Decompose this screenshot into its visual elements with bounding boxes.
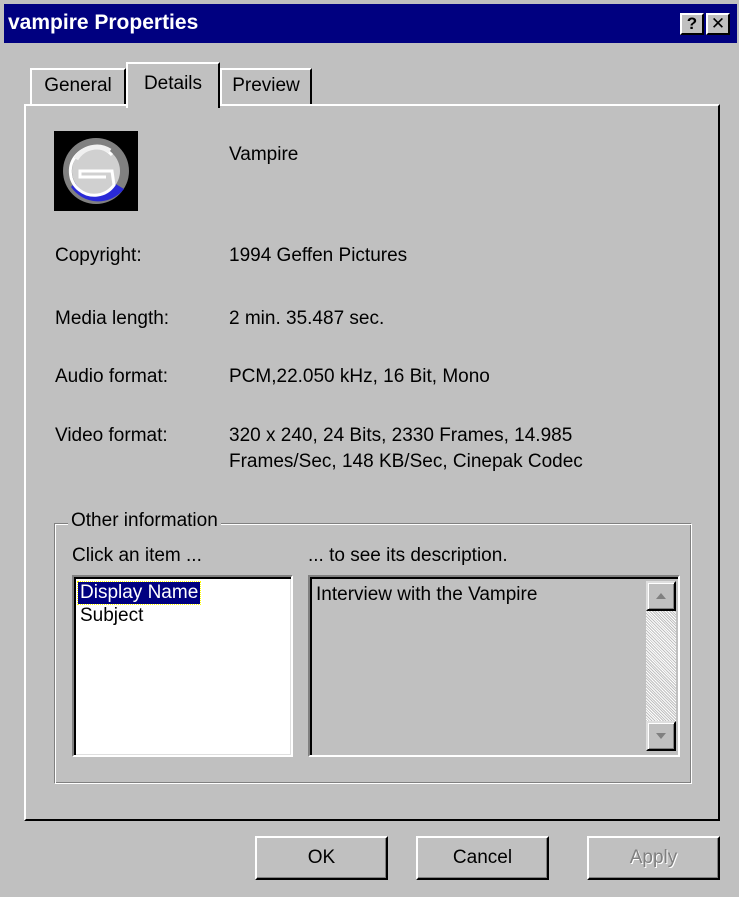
list-item-display-name[interactable]: Display Name (76, 581, 202, 605)
description-box[interactable]: Interview with the Vampire (308, 575, 680, 757)
tab-preview[interactable]: Preview (220, 68, 312, 106)
title-bar[interactable]: vampire Properties ? ✕ (4, 4, 737, 43)
apply-button[interactable]: Apply (587, 836, 720, 880)
close-icon: ✕ (710, 14, 726, 33)
copyright-value: 1994 Geffen Pictures (229, 245, 408, 266)
ok-button[interactable]: OK (255, 836, 388, 880)
scroll-up-button[interactable] (646, 581, 676, 611)
tab-general[interactable]: General (30, 68, 126, 106)
media-length-label: Media length: (55, 308, 170, 329)
video-format-value: 320 x 240, 24 Bits, 2330 Frames, 14.985 … (229, 425, 583, 472)
media-clip-icon (54, 131, 138, 211)
help-icon: ? (686, 14, 698, 33)
arrow-down-icon (656, 733, 666, 739)
media-name: Vampire (229, 144, 299, 165)
video-format-label: Video format: (55, 425, 168, 446)
click-item-hint: Click an item ... (72, 545, 202, 566)
description-scrollbar[interactable] (646, 581, 676, 751)
close-button[interactable]: ✕ (706, 13, 730, 35)
window-title: vampire Properties (8, 11, 199, 34)
cancel-button[interactable]: Cancel (416, 836, 549, 880)
description-text: Interview with the Vampire (316, 584, 538, 605)
info-item-list[interactable]: Display Name Subject (72, 575, 293, 757)
list-item-subject[interactable]: Subject (78, 605, 145, 627)
tab-details[interactable]: Details (126, 62, 220, 108)
other-information-legend: Other information (68, 508, 221, 534)
scroll-down-button[interactable] (646, 721, 676, 751)
arrow-up-icon (656, 593, 666, 599)
audio-format-label: Audio format: (55, 366, 168, 387)
audio-format-value: PCM,22.050 kHz, 16 Bit, Mono (229, 366, 490, 387)
description-hint: ... to see its description. (308, 545, 508, 566)
help-button[interactable]: ? (680, 13, 704, 35)
properties-dialog: vampire Properties ? ✕ General Preview D… (0, 0, 739, 897)
media-length-value: 2 min. 35.487 sec. (229, 308, 385, 329)
copyright-label: Copyright: (55, 245, 142, 266)
